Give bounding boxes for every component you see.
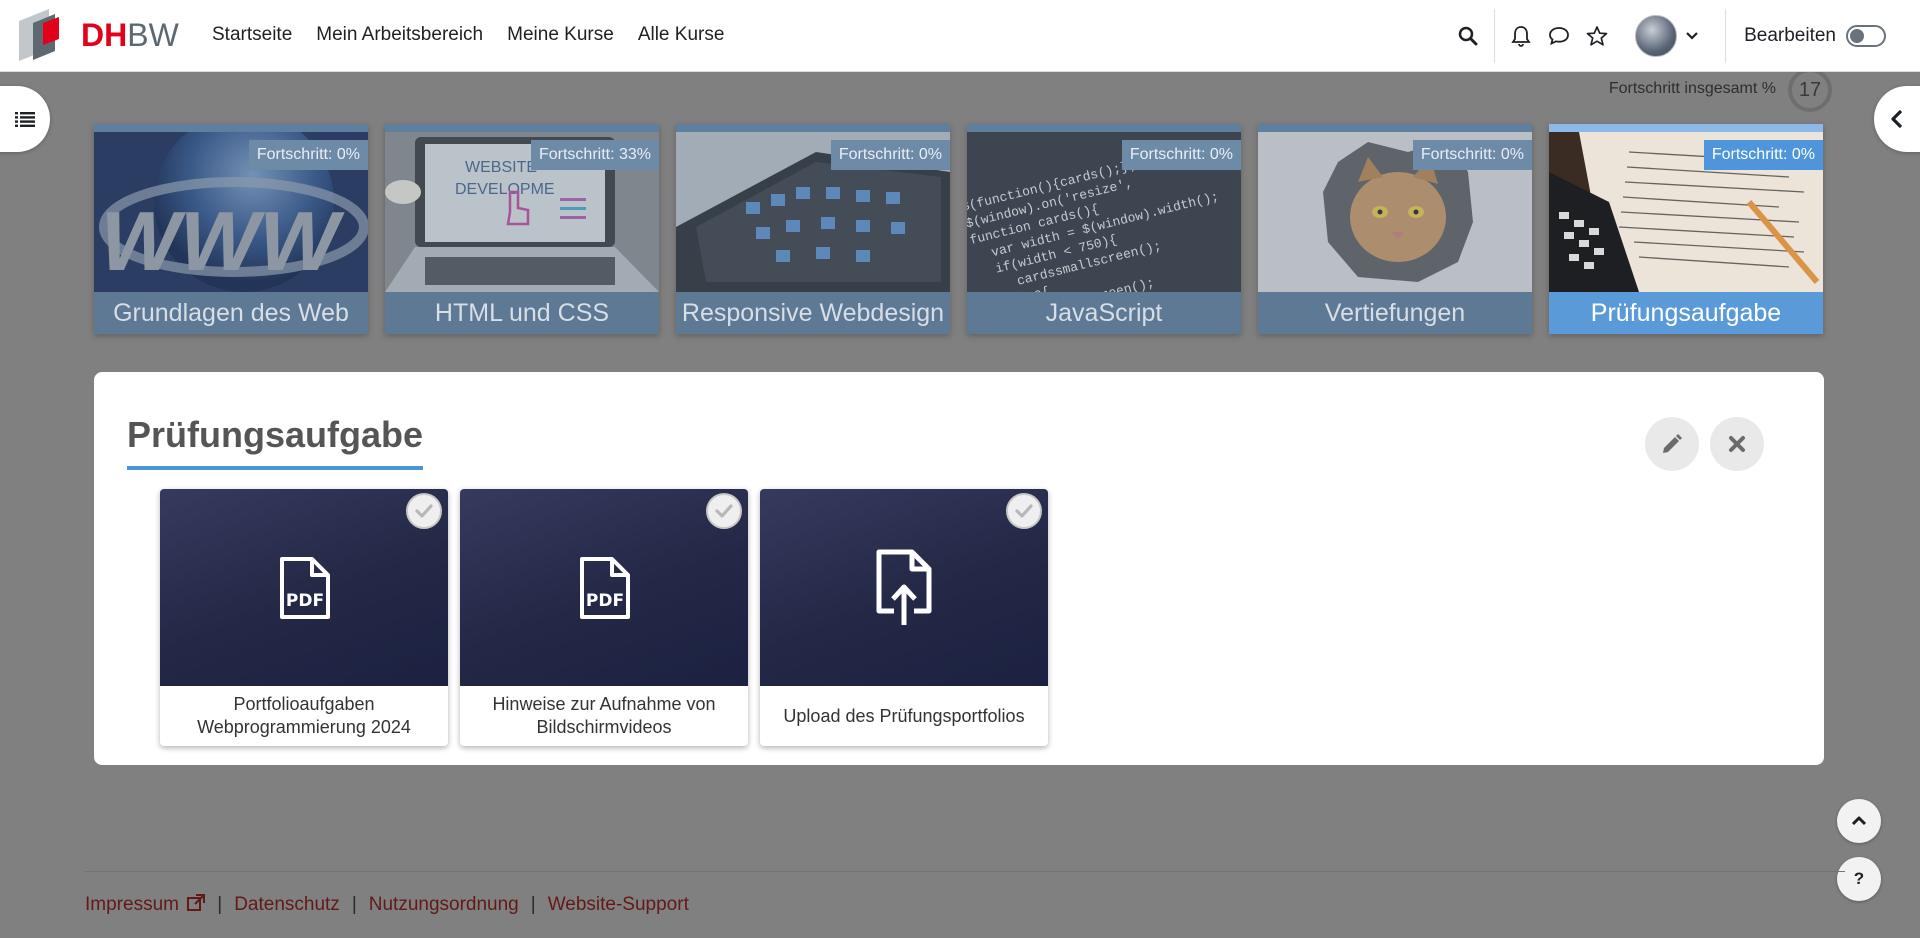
- completion-checkbox[interactable]: [1006, 493, 1042, 529]
- svg-text:WWW: WWW: [94, 194, 350, 288]
- chevron-down-icon[interactable]: [1685, 24, 1699, 48]
- bell-icon[interactable]: [1509, 24, 1533, 48]
- star-icon[interactable]: [1585, 24, 1609, 48]
- footer-separator: |: [351, 894, 357, 915]
- footer-link-website-support[interactable]: Website-Support: [548, 894, 689, 916]
- overall-progress-label: Fortschritt insgesamt %: [1608, 80, 1776, 97]
- search-icon[interactable]: [1456, 24, 1480, 48]
- logo-wordmark: DHBW: [81, 17, 179, 53]
- activity-title: Portfolioaufgaben Webprogrammierung 2024: [197, 694, 411, 737]
- tile-pruefungsaufgabe[interactable]: Fortschritt: 0% Prüfungsaufgabe: [1549, 124, 1823, 334]
- external-link-icon: [187, 894, 206, 911]
- tile-title: Prüfungsaufgabe: [1549, 292, 1823, 334]
- tile-vertiefungen[interactable]: Fortschritt: 0% Vertiefungen: [1258, 124, 1532, 334]
- activity-card-art: [760, 489, 1048, 686]
- footer-link-nutzungsordnung[interactable]: Nutzungsordnung: [369, 894, 519, 916]
- svg-text:WEBSITE: WEBSITE: [465, 159, 537, 176]
- footer-links: Impressum | Datenschutz | Nutzungsordnun…: [85, 894, 689, 916]
- footer-link-datenschutz[interactable]: Datenschutz: [234, 894, 340, 916]
- top-navbar: DHBW Startseite Mein Arbeitsbereich Mein…: [0, 0, 1920, 72]
- overall-progress-value: 17: [1788, 68, 1832, 112]
- chevron-left-icon: [1891, 109, 1903, 129]
- pdf-icon: PDF: [580, 556, 630, 619]
- check-icon: [415, 504, 433, 518]
- tile-title: Vertiefungen: [1258, 292, 1532, 334]
- section-panel: Prüfungsaufgabe PDF Portfolioaufgaben We…: [94, 372, 1824, 765]
- nav-divider-2: [1725, 9, 1727, 63]
- nav-link-alle-kurse[interactable]: Alle Kurse: [638, 24, 725, 46]
- block-drawer-button[interactable]: [1874, 86, 1920, 152]
- close-icon: [1729, 436, 1745, 452]
- course-index-drawer-button[interactable]: [0, 86, 50, 152]
- scroll-to-top-button[interactable]: [1837, 799, 1881, 843]
- overall-progress: Fortschritt insgesamt % 17: [1609, 66, 1832, 112]
- edit-section-button[interactable]: [1645, 417, 1699, 471]
- tile-html-und-css[interactable]: WEBSITE DEVELOPME Fortschritt: 33% HTML …: [385, 124, 659, 334]
- activity-title: Hinweise zur Aufnahme von Bildschirmvide…: [492, 694, 716, 737]
- file-upload-icon: [876, 549, 932, 625]
- question-mark-icon: ?: [1853, 869, 1865, 888]
- tile-javascript[interactable]: $(function(){cards();}); $(window).on('r…: [967, 124, 1241, 334]
- tile-progress-badge: Fortschritt: 0%: [1703, 140, 1823, 170]
- navbar-right-tools: Bearbeiten: [1456, 0, 1920, 72]
- tile-responsive-webdesign[interactable]: Fortschritt: 0% Responsive Webdesign: [676, 124, 950, 334]
- dhbw-logo-mark-icon: [19, 9, 59, 61]
- footer-divider: [85, 871, 1845, 872]
- edit-mode-label: Bearbeiten: [1744, 25, 1836, 46]
- footer-separator: |: [530, 894, 536, 915]
- dhbw-logo[interactable]: DHBW: [19, 9, 179, 61]
- tile-title: HTML und CSS: [385, 292, 659, 334]
- list-icon: [15, 112, 35, 127]
- close-section-button[interactable]: [1710, 417, 1764, 471]
- tile-title: JavaScript: [967, 292, 1241, 334]
- tile-progress-badge: Fortschritt: 0%: [830, 140, 950, 170]
- pdf-icon: PDF: [280, 556, 330, 619]
- nav-link-mein-arbeitsbereich[interactable]: Mein Arbeitsbereich: [316, 24, 483, 46]
- chevron-up-icon: [1851, 816, 1867, 826]
- check-icon: [715, 504, 733, 518]
- activity-cards: PDF Portfolioaufgaben Webprogrammierung …: [160, 489, 1060, 746]
- svg-text:PDF: PDF: [586, 591, 624, 611]
- course-section-tiles: WWW Fortschritt: 0% Grundlagen des Web W…: [94, 124, 1840, 334]
- user-avatar[interactable]: [1635, 15, 1678, 57]
- footer-link-impressum[interactable]: Impressum: [85, 894, 206, 916]
- primary-navigation: Startseite Mein Arbeitsbereich Meine Kur…: [212, 24, 748, 46]
- footer-separator: |: [217, 894, 223, 915]
- nav-divider: [1494, 9, 1496, 63]
- activity-card-art: PDF: [160, 489, 448, 686]
- tile-title: Grundlagen des Web: [94, 292, 368, 334]
- nav-link-startseite[interactable]: Startseite: [212, 24, 292, 46]
- activity-card-art: PDF: [460, 489, 748, 686]
- check-icon: [1015, 504, 1033, 518]
- tile-progress-badge: Fortschritt: 0%: [1412, 140, 1532, 170]
- nav-link-meine-kurse[interactable]: Meine Kurse: [507, 24, 614, 46]
- tile-progress-badge: Fortschritt: 0%: [248, 140, 368, 170]
- activity-card-portfolioaufgaben[interactable]: PDF Portfolioaufgaben Webprogrammierung …: [160, 489, 448, 746]
- tile-title: Responsive Webdesign: [676, 292, 950, 334]
- help-button[interactable]: ?: [1837, 857, 1881, 901]
- activity-title: Upload des Prüfungsportfolios: [783, 705, 1025, 726]
- svg-text:PDF: PDF: [286, 591, 324, 611]
- completion-checkbox[interactable]: [706, 493, 742, 529]
- edit-mode-toggle[interactable]: [1846, 25, 1886, 47]
- tile-progress-badge: Fortschritt: 33%: [530, 140, 659, 170]
- tile-progress-badge: Fortschritt: 0%: [1121, 140, 1241, 170]
- pencil-icon: [1663, 434, 1682, 453]
- activity-card-hinweise-bildschirmvideos[interactable]: PDF Hinweise zur Aufnahme von Bildschirm…: [460, 489, 748, 746]
- tile-grundlagen-des-web[interactable]: WWW Fortschritt: 0% Grundlagen des Web: [94, 124, 368, 334]
- activity-card-upload-pruefungsportfolio[interactable]: Upload des Prüfungsportfolios: [760, 489, 1048, 746]
- section-title: Prüfungsaufgabe: [127, 414, 424, 470]
- completion-checkbox[interactable]: [406, 493, 442, 529]
- svg-text:DEVELOPME: DEVELOPME: [455, 181, 555, 198]
- chat-bubble-icon[interactable]: [1547, 24, 1571, 48]
